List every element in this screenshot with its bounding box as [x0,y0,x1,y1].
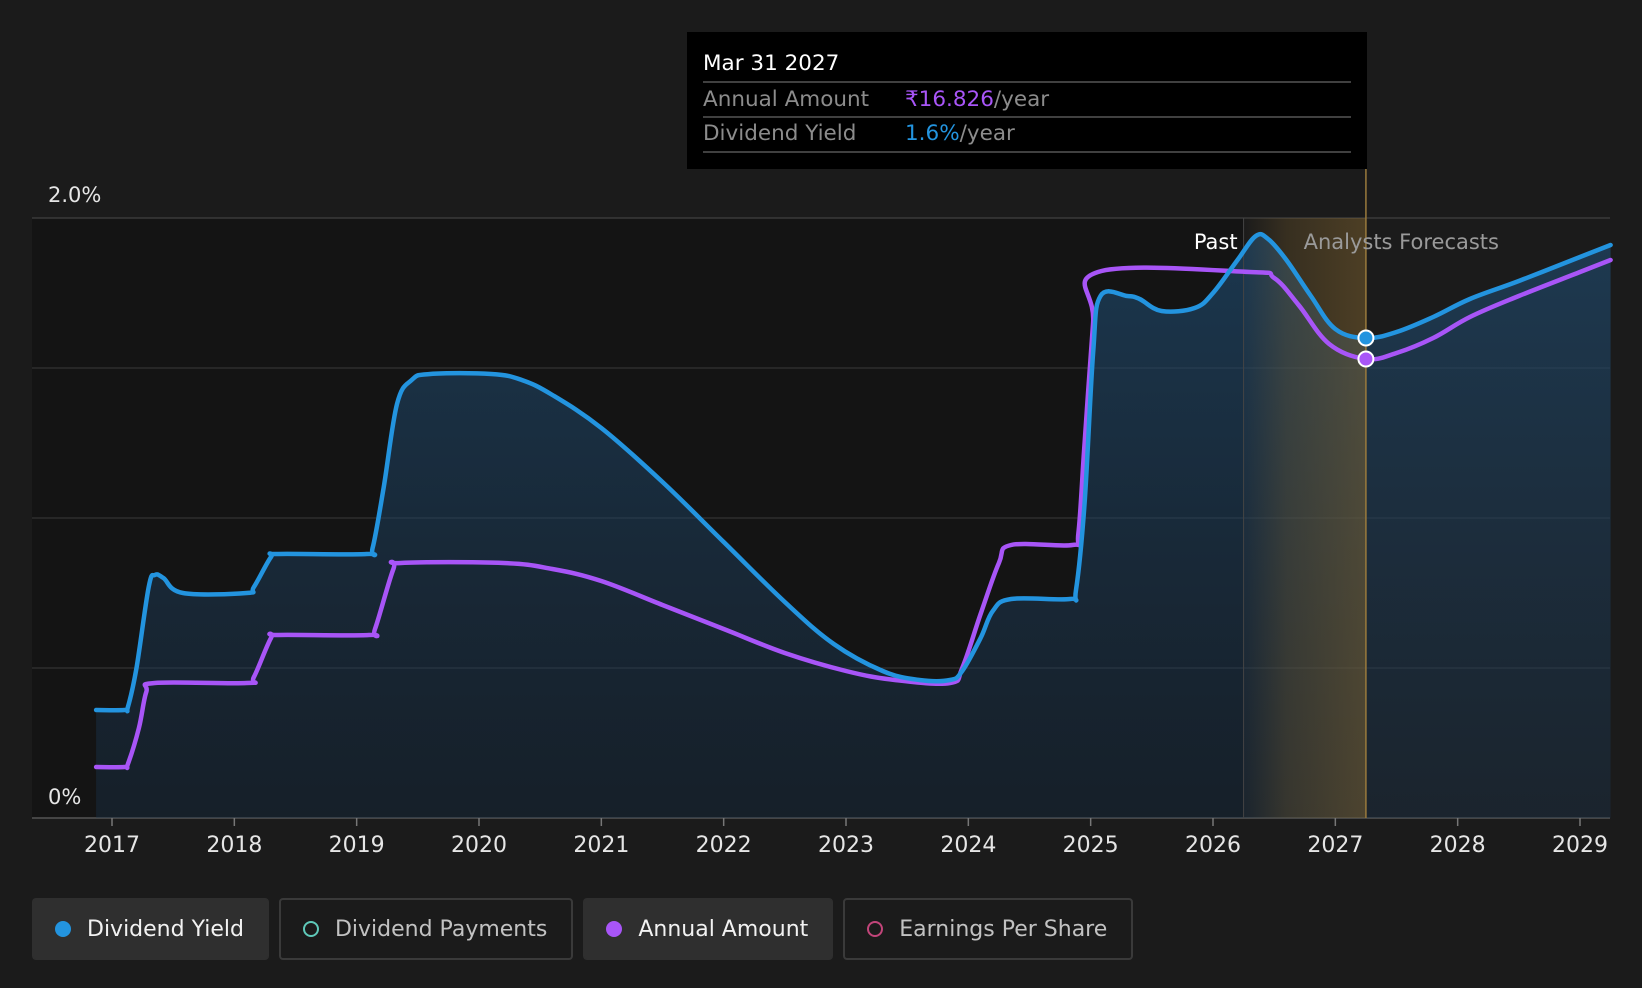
x-tick-label: 2025 [1063,833,1119,858]
forecast-transition-band [1243,218,1366,818]
filled-circle-icon [606,921,623,937]
tooltip-row-label: Annual Amount [703,87,869,112]
hollow-circle-icon [302,921,319,937]
chart-legend: Dividend Yield Dividend Payments Annual Am… [32,898,1134,962]
legend-item-annual-amount[interactable]: Annual Amount [583,898,834,960]
legend-item-dividend-payments[interactable]: Dividend Payments [278,898,574,960]
y-tick-label: 0% [48,785,81,809]
x-tick-label: 2023 [818,833,874,858]
x-tick-label: 2021 [573,833,629,858]
x-tick-label: 2018 [206,833,262,858]
x-tick-label: 2028 [1430,833,1486,858]
hollow-circle-icon [867,921,884,937]
past-label: Past [1194,230,1238,254]
highlight-point-dividend-yield[interactable] [1357,329,1375,347]
filled-circle-icon [55,921,71,937]
legend-label: Dividend Yield [87,916,244,942]
legend-item-dividend-yield[interactable]: Dividend Yield [32,898,269,960]
analysts-forecasts-label: Analysts Forecasts [1304,230,1499,254]
tooltip-date: Mar 31 2027 [703,51,839,76]
x-tick-label: 2026 [1185,833,1241,858]
tooltip-row-value: 1.6%/year [905,121,1015,146]
tooltip-row-value: ₹16.826/year [905,87,1049,112]
y-tick-label: 2.0% [48,183,101,207]
legend-label: Annual Amount [638,916,809,942]
x-tick-label: 2017 [84,833,140,858]
legend-label: Dividend Payments [334,916,548,942]
x-tick-label: 2029 [1552,833,1608,858]
x-tick-label: 2022 [696,833,752,858]
chart-canvas: 0% 2.0% 2017 2018 2019 2020 2021 2022 2023 2024 20… [32,32,1613,858]
x-tick-label: 2019 [329,833,385,858]
x-tick-label: 2024 [940,833,996,858]
legend-item-earnings-per-share[interactable]: Earnings Per Share [843,898,1134,960]
highlight-point-annual-amount[interactable] [1357,350,1375,368]
legend-label: Earnings Per Share [899,916,1108,942]
x-tick-label: 2020 [451,833,507,858]
dividend-chart: 0% 2.0% 2017 2018 2019 2020 2021 2022 2023 2024 20… [0,0,1642,988]
tooltip-row-label: Dividend Yield [703,121,856,146]
x-tick-label: 2027 [1307,833,1363,858]
tooltip: Mar 31 2027 Annual Amount ₹16.826/year Divi… [687,32,1367,169]
